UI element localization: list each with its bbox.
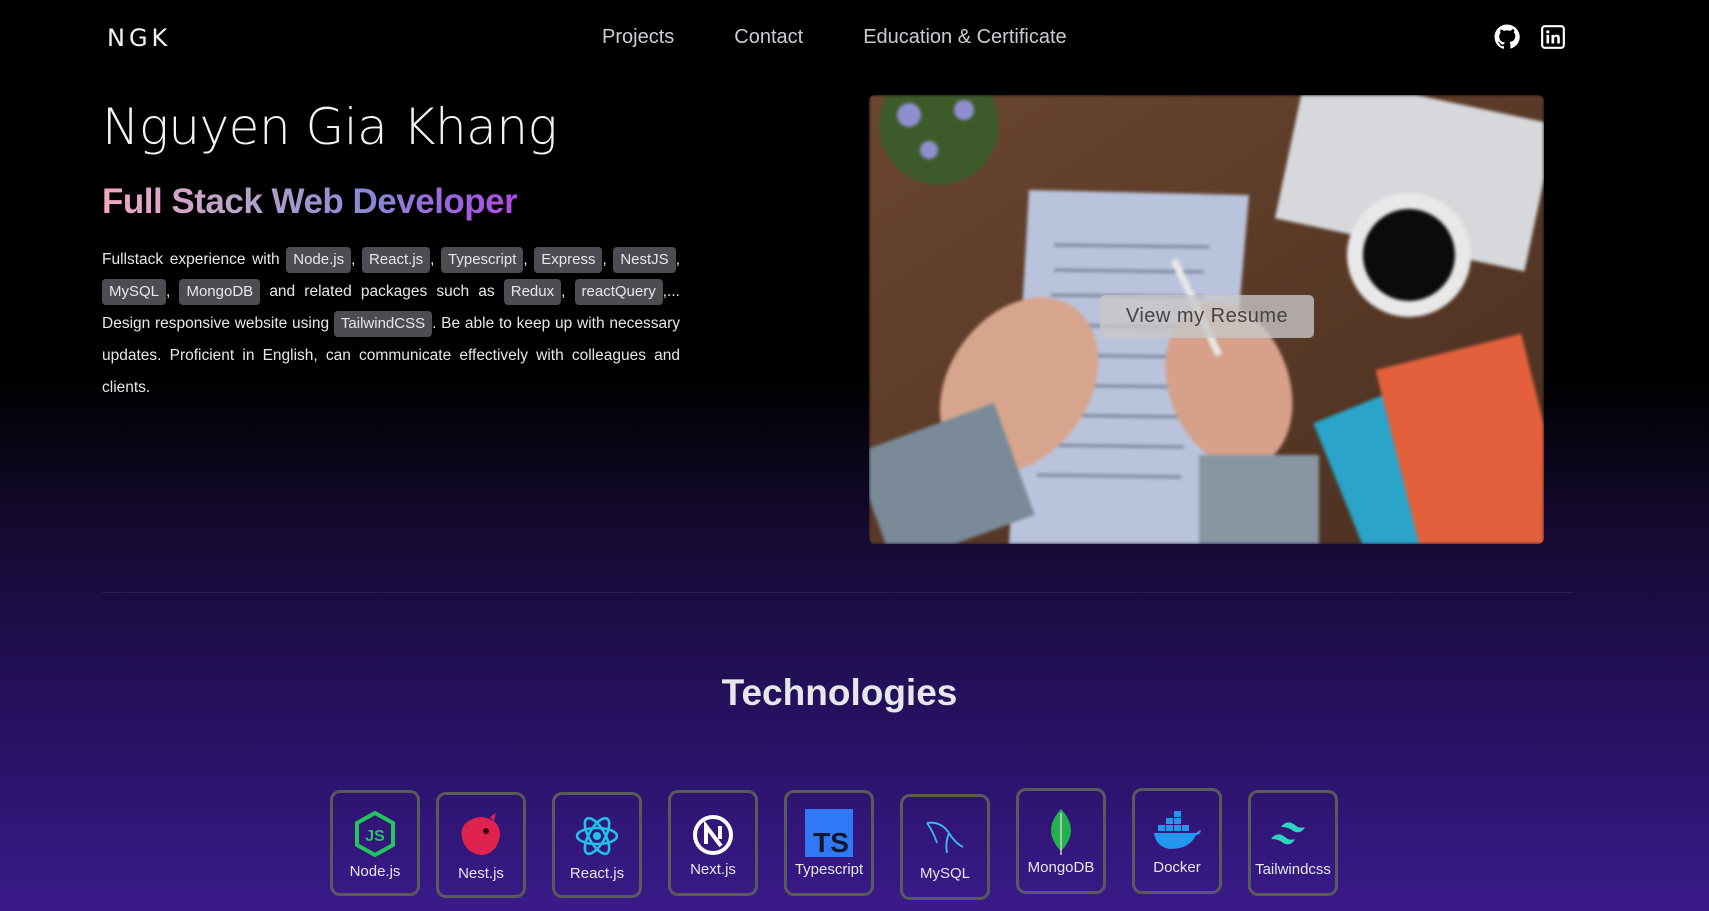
technologies-title: Technologies (721, 672, 958, 713)
tag-redux: Redux (503, 279, 562, 305)
svg-text:TS: TS (813, 827, 849, 857)
tech-label: Node.js (349, 863, 401, 880)
tech-label: Next.js (690, 861, 736, 878)
desc-text: Fullstack experience with (102, 251, 280, 268)
tech-card-nestjs[interactable]: Nest.js (436, 792, 526, 898)
tech-label: Typescript (794, 861, 864, 878)
social-links (1494, 24, 1566, 50)
tech-card-tailwindcss[interactable]: Tailwindcss (1248, 790, 1338, 896)
mysql-icon (926, 821, 964, 854)
linkedin-icon[interactable] (1540, 24, 1566, 50)
tech-label: MySQL (919, 865, 970, 882)
nav-link-contact[interactable]: Contact (734, 26, 803, 49)
docker-icon (1154, 811, 1201, 849)
view-resume-button[interactable]: View my Resume (1100, 295, 1314, 338)
nestjs-icon (461, 813, 500, 855)
tag-mysql: MySQL (102, 279, 167, 305)
site-logo[interactable]: NGK (107, 24, 171, 52)
tech-card-nodejs[interactable]: JS Node.js (330, 790, 420, 896)
tech-label: Docker (1153, 859, 1201, 876)
tech-card-mongodb[interactable]: MongoDB (1016, 788, 1106, 894)
section-divider (102, 592, 1572, 593)
tag-mongodb: MongoDB (179, 279, 261, 305)
tech-label: MongoDB (1027, 859, 1095, 876)
tech-card-docker[interactable]: Docker (1132, 788, 1222, 894)
tech-label: Nest.js (458, 865, 504, 882)
svg-text:JS: JS (365, 828, 385, 845)
tech-card-reactjs[interactable]: React.js (552, 792, 642, 898)
typescript-icon: TS (805, 809, 853, 857)
hero-description: Fullstack experience with Node.js, React… (102, 244, 680, 404)
tag-nestjs: NestJS (613, 247, 676, 273)
tag-express: Express (534, 247, 603, 273)
tag-reactjs: React.js (361, 247, 431, 273)
tech-card-nextjs[interactable]: Next.js (668, 790, 758, 896)
tech-label: React.js (569, 865, 625, 882)
desc-text: ,... (662, 283, 680, 300)
tech-card-mysql[interactable]: MySQL (900, 794, 990, 900)
top-navbar: NGK Projects Contact Education & Certifi… (0, 0, 1709, 76)
tag-reactquery: reactQuery (574, 279, 663, 305)
nav-link-projects[interactable]: Projects (602, 26, 674, 49)
tech-card-typescript[interactable]: TS Typescript (784, 790, 874, 896)
desc-text: Design responsive website using (102, 315, 330, 332)
nav-links: Projects Contact Education & Certificate (602, 26, 1067, 49)
desc-text: and related packages such as (269, 283, 495, 300)
tag-nodejs: Node.js (286, 247, 352, 273)
react-icon (575, 816, 619, 856)
hero-name: Nguyen Gia Khang (102, 98, 558, 156)
nav-link-education[interactable]: Education & Certificate (863, 26, 1066, 49)
tag-tailwindcss: TailwindCSS (333, 311, 433, 337)
tech-label: Tailwindcss (1255, 861, 1331, 878)
tag-typescript: Typescript (441, 247, 524, 273)
nodejs-icon: JS (355, 811, 395, 857)
nextjs-icon (693, 815, 733, 855)
hero-role: Full Stack Web Developer (102, 182, 518, 221)
mongodb-icon (1051, 809, 1071, 855)
tailwindcss-icon (1271, 822, 1305, 845)
github-icon[interactable] (1494, 24, 1520, 50)
